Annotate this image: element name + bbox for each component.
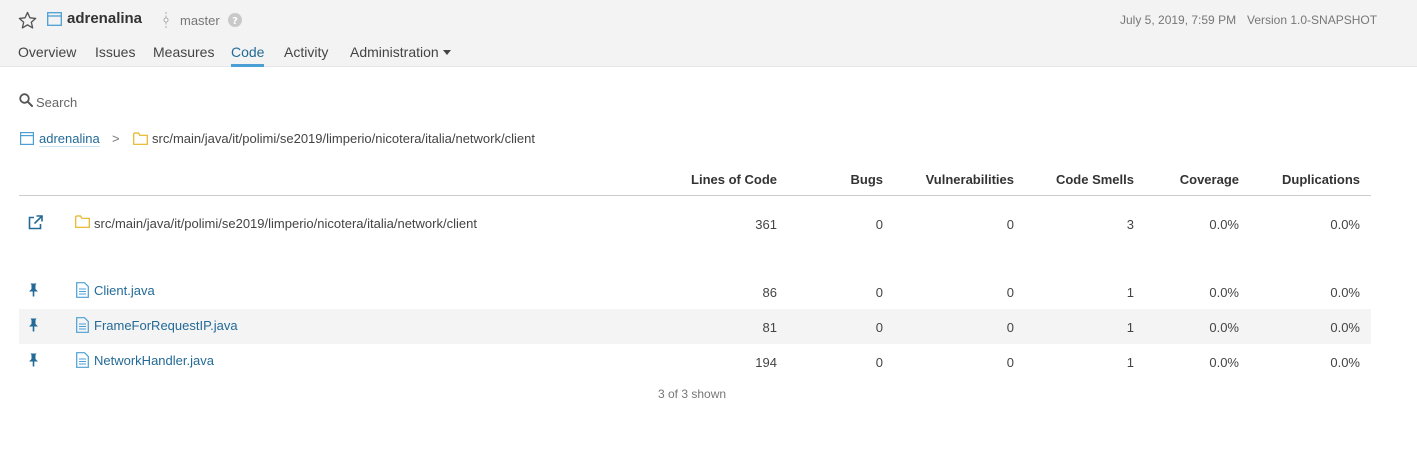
file-link-frameforrequestip[interactable]: FrameForRequestIP.java bbox=[94, 318, 238, 333]
cell-vulnerabilities: 0 bbox=[1006, 355, 1014, 370]
cell-coverage: 0.0% bbox=[1209, 355, 1239, 370]
column-vulnerabilities: Vulnerabilities bbox=[925, 172, 1014, 187]
cell-vulnerabilities: 0 bbox=[1006, 217, 1014, 232]
cell-lines-of-code: 194 bbox=[755, 355, 777, 370]
file-link-client[interactable]: Client.java bbox=[94, 283, 155, 298]
nav-measures[interactable]: Measures bbox=[153, 44, 214, 60]
project-version: Version 1.0-SNAPSHOT bbox=[1247, 13, 1378, 27]
cell-vulnerabilities: 0 bbox=[1006, 320, 1014, 335]
cell-coverage: 0.0% bbox=[1209, 285, 1239, 300]
branch-icon bbox=[163, 12, 169, 29]
active-tab-indicator bbox=[231, 64, 264, 67]
file-icon bbox=[76, 282, 89, 298]
cell-vulnerabilities: 0 bbox=[1006, 285, 1014, 300]
column-code-smells: Code Smells bbox=[1055, 172, 1134, 187]
cell-bugs: 0 bbox=[875, 355, 883, 370]
nav-administration-label: Administration bbox=[350, 44, 439, 60]
search-icon bbox=[19, 93, 33, 107]
table-divider bbox=[19, 195, 1371, 196]
column-bugs: Bugs bbox=[850, 172, 884, 187]
cell-lines-of-code: 86 bbox=[762, 285, 777, 300]
file-link-networkhandler[interactable]: NetworkHandler.java bbox=[94, 353, 214, 368]
file-icon bbox=[76, 352, 89, 368]
cell-coverage: 0.0% bbox=[1209, 320, 1239, 335]
folder-icon bbox=[75, 215, 90, 228]
file-icon bbox=[76, 317, 89, 333]
cell-bugs: 0 bbox=[875, 285, 883, 300]
cell-duplications: 0.0% bbox=[1330, 320, 1360, 335]
branch-name[interactable]: master bbox=[180, 13, 220, 28]
cell-bugs: 0 bbox=[875, 217, 883, 232]
column-coverage: Coverage bbox=[1179, 172, 1239, 187]
external-link-icon[interactable] bbox=[28, 215, 43, 230]
cell-code-smells: 1 bbox=[1126, 285, 1134, 300]
cell-lines-of-code: 361 bbox=[755, 217, 777, 232]
cell-bugs: 0 bbox=[875, 320, 883, 335]
cell-duplications: 0.0% bbox=[1330, 355, 1360, 370]
breadcrumb-separator: > bbox=[112, 131, 120, 146]
column-duplications: Duplications bbox=[1281, 172, 1360, 187]
pin-icon[interactable] bbox=[27, 283, 40, 297]
column-lines-of-code: Lines of Code bbox=[691, 172, 777, 187]
cell-duplications: 0.0% bbox=[1330, 285, 1360, 300]
project-header: adrenalina master ? July 5, 2019, 7:59 P… bbox=[0, 0, 1417, 67]
cell-code-smells: 3 bbox=[1126, 217, 1134, 232]
pin-icon[interactable] bbox=[27, 353, 40, 367]
cell-duplications: 0.0% bbox=[1330, 217, 1360, 232]
shown-count: 3 of 3 shown bbox=[658, 387, 727, 401]
breadcrumb-project-link[interactable]: adrenalina bbox=[39, 131, 100, 147]
star-icon[interactable] bbox=[18, 11, 37, 30]
chevron-down-icon bbox=[442, 50, 451, 55]
nav-issues[interactable]: Issues bbox=[95, 44, 135, 60]
breadcrumb-path: src/main/java/it/polimi/se2019/limperio/… bbox=[152, 131, 535, 146]
nav-administration[interactable]: Administration bbox=[350, 44, 451, 60]
base-directory-name: src/main/java/it/polimi/se2019/limperio/… bbox=[94, 216, 477, 231]
project-icon bbox=[47, 12, 62, 26]
svg-text:?: ? bbox=[232, 16, 238, 27]
pin-icon[interactable] bbox=[27, 318, 40, 332]
folder-icon bbox=[133, 132, 148, 145]
nav-overview[interactable]: Overview bbox=[18, 44, 76, 60]
cell-coverage: 0.0% bbox=[1209, 217, 1239, 232]
cell-code-smells: 1 bbox=[1126, 355, 1134, 370]
search-input[interactable] bbox=[36, 92, 336, 112]
project-icon bbox=[20, 132, 34, 145]
cell-lines-of-code: 81 bbox=[762, 320, 777, 335]
project-name[interactable]: adrenalina bbox=[67, 10, 142, 27]
help-icon[interactable]: ? bbox=[228, 13, 242, 27]
nav-code[interactable]: Code bbox=[231, 44, 264, 60]
nav-activity[interactable]: Activity bbox=[284, 44, 328, 60]
analysis-date: July 5, 2019, 7:59 PM bbox=[1120, 13, 1237, 27]
cell-code-smells: 1 bbox=[1126, 320, 1134, 335]
